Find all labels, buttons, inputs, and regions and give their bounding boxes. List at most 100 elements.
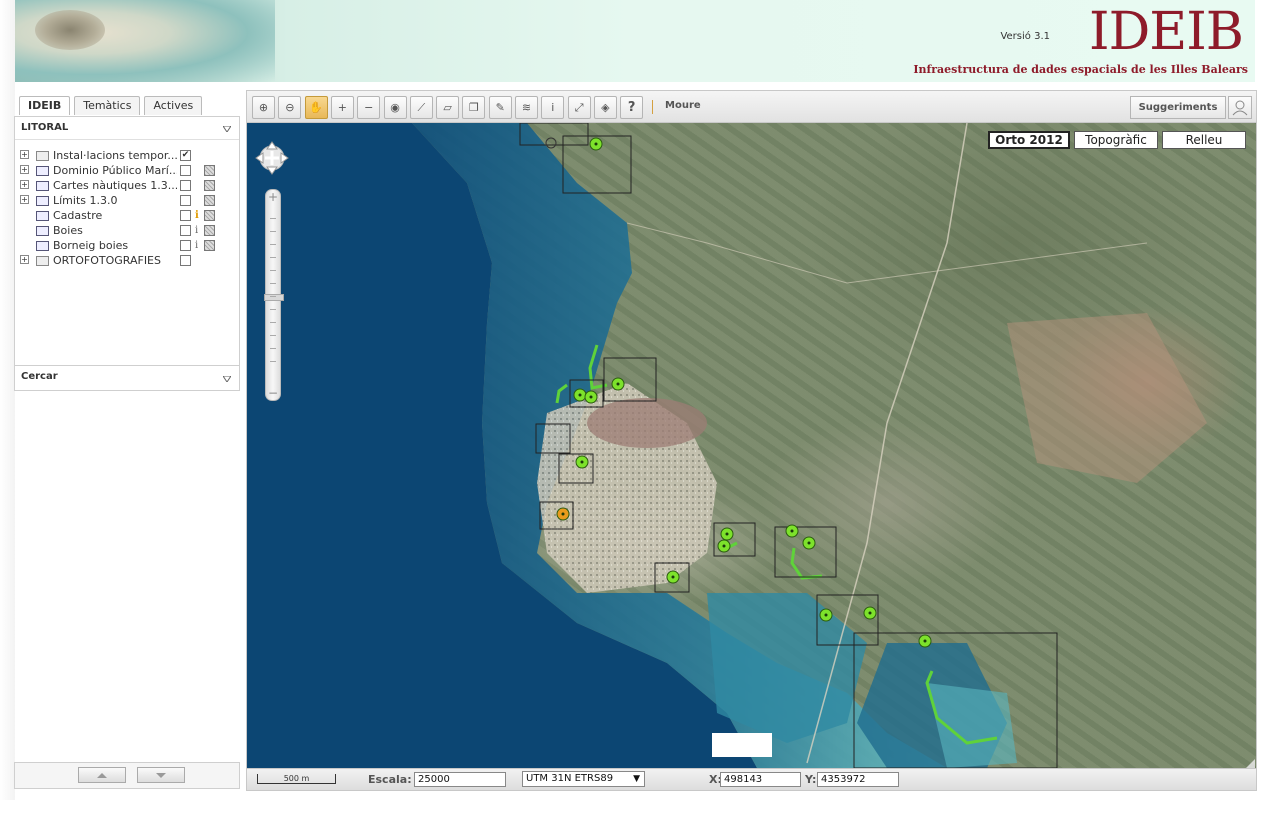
move-down-button[interactable] [137, 767, 185, 783]
layer-icon [36, 226, 49, 236]
map-canvas[interactable]: Orto 2012 Topogràfic Relleu + − [247, 123, 1256, 768]
orto-2012-button[interactable]: Orto 2012 [988, 131, 1070, 149]
layer-visibility-checkbox[interactable] [180, 165, 191, 176]
info-icon[interactable]: i [541, 96, 565, 119]
move-up-button[interactable] [78, 767, 126, 783]
info-icon[interactable]: i [195, 238, 198, 253]
zoom-slider[interactable]: + − [264, 189, 284, 401]
arrow-down-icon [156, 773, 166, 778]
zoom-out-icon[interactable]: − [357, 96, 381, 119]
zoom-tick [270, 244, 276, 245]
chevron-down-icon[interactable] [223, 126, 231, 132]
legend-thumbnail-icon[interactable] [204, 165, 215, 176]
layer-row[interactable]: + Límits 1.3.0 [15, 193, 239, 208]
zoom-in-box-icon[interactable]: ⊕ [252, 96, 275, 119]
legend-thumbnail-icon[interactable] [204, 225, 215, 236]
legend-thumbnail-icon[interactable] [204, 240, 215, 251]
fullscreen-icon[interactable]: ⤢ [567, 96, 591, 119]
layers-icon [36, 181, 49, 191]
crs-select[interactable]: UTM 31N ETRS89 ▼ [522, 771, 645, 787]
relleu-button[interactable]: Relleu [1162, 131, 1246, 149]
measure-area-icon[interactable]: ▱ [436, 96, 460, 119]
legend-thumbnail-icon[interactable] [204, 210, 215, 221]
topografic-button[interactable]: Topogràfic [1074, 131, 1158, 149]
scale-label: Escala: [368, 773, 412, 786]
base-layer-switcher: Orto 2012 Topogràfic Relleu [988, 131, 1250, 149]
layer-icon [36, 241, 49, 251]
layer-visibility-checkbox[interactable] [180, 180, 191, 191]
app-header: Versió 3.1 IDEIB Infraestructura de dade… [15, 0, 1255, 82]
layer-row[interactable]: Boies i [15, 223, 239, 238]
layer-row[interactable]: + ORTOFOTOGRAFIES [15, 253, 239, 268]
rotate-icon[interactable]: ◈ [593, 96, 617, 119]
zoom-out-box-icon[interactable]: ⊖ [278, 96, 302, 119]
globe-icon[interactable]: ◉ [383, 96, 407, 119]
zoom-tick [270, 348, 276, 349]
zoom-tick [270, 361, 276, 362]
layer-visibility-checkbox[interactable] [180, 240, 191, 251]
layer-name: Cartes nàutiques 1.3... [53, 179, 177, 192]
left-tabs: IDEIB Temàtics Actives [19, 96, 203, 116]
status-bar: 500 m Escala: 25000 UTM 31N ETRS89 ▼ X: … [247, 768, 1256, 790]
layer-panel: LITORAL + Instal·lacions tempor... ✔ + Domin… [14, 116, 240, 391]
layer-row[interactable]: + Dominio Público Marí... [15, 163, 239, 178]
layer-row[interactable]: Borneig boies i [15, 238, 239, 253]
search-section-label: Cercar [21, 371, 58, 382]
expand-icon[interactable]: + [20, 150, 29, 159]
map-toolbar: Moure Suggeriments ⊕ ⊖ ✋ + − ◉ ⟋ ▱ ❐ ✎ ≋ i ⤢ ◈? [247, 91, 1256, 123]
zoom-in-icon[interactable]: + [330, 96, 354, 119]
copy-icon[interactable]: ❐ [462, 96, 486, 119]
expand-icon[interactable]: + [20, 165, 29, 174]
info-icon[interactable]: i [195, 208, 199, 223]
pan-hand-icon[interactable]: ✋ [304, 96, 328, 119]
folder-icon [36, 256, 49, 266]
layer-visibility-checkbox[interactable] [180, 210, 191, 221]
x-coordinate-field[interactable]: 498143 [720, 772, 801, 787]
zoom-tick [270, 257, 276, 258]
scale-input[interactable]: 25000 [414, 772, 506, 787]
chevron-down-icon[interactable] [223, 376, 231, 382]
panel-bottom-bar [14, 762, 240, 789]
layer-visibility-checkbox[interactable] [180, 195, 191, 206]
tab-tematics[interactable]: Temàtics [74, 96, 141, 115]
zoom-out-button[interactable]: − [266, 386, 280, 400]
layer-name: Borneig boies [53, 239, 129, 252]
info-icon[interactable]: i [195, 223, 198, 238]
legend-thumbnail-icon[interactable] [204, 195, 215, 206]
y-coordinate-field[interactable]: 4353972 [817, 772, 899, 787]
search-section[interactable]: Cercar [15, 365, 239, 389]
measure-distance-icon[interactable]: ⟋ [409, 96, 433, 119]
version-label: Versió 3.1 [1000, 31, 1050, 42]
page-edge [0, 0, 15, 800]
help-icon[interactable]: ? [620, 96, 644, 119]
layer-visibility-checkbox[interactable] [180, 225, 191, 236]
ideib-logo: IDEIB [1089, 2, 1244, 62]
layer-name: Instal·lacions tempor... [53, 149, 177, 162]
layer-visibility-checkbox[interactable]: ✔ [180, 150, 191, 161]
layer-visibility-checkbox[interactable] [180, 255, 191, 266]
layer-icon [36, 211, 49, 221]
zoom-in-button[interactable]: + [266, 190, 280, 204]
header-photo-rock [35, 10, 105, 50]
draw-icon[interactable]: ✎ [488, 96, 512, 119]
legend-thumbnail-icon[interactable] [204, 180, 215, 191]
expand-icon[interactable]: + [20, 255, 29, 264]
user-button[interactable] [1228, 96, 1252, 119]
layer-list: + Instal·lacions tempor... ✔ + Dominio Públi… [15, 140, 239, 268]
layer-name: ORTOFOTOGRAFIES [53, 254, 161, 267]
layer-name: Límits 1.3.0 [53, 194, 118, 207]
mode-label: Moure [665, 100, 701, 111]
layer-row[interactable]: + Cartes nàutiques 1.3... [15, 178, 239, 193]
tab-ideib[interactable]: IDEIB [19, 96, 71, 115]
section-title[interactable]: LITORAL [15, 117, 239, 140]
expand-icon[interactable]: + [20, 180, 29, 189]
pan-control-icon[interactable] [253, 139, 291, 177]
layers-stack-icon[interactable]: ≋ [515, 96, 538, 119]
suggestions-button[interactable]: Suggeriments [1130, 96, 1226, 119]
layer-row[interactable]: + Instal·lacions tempor... ✔ [15, 148, 239, 163]
overview-toggle-icon[interactable] [1215, 759, 1255, 768]
layer-row[interactable]: Cadastre i [15, 208, 239, 223]
map-container: Moure Suggeriments ⊕ ⊖ ✋ + − ◉ ⟋ ▱ ❐ ✎ ≋ i ⤢ ◈? [246, 90, 1257, 791]
expand-icon[interactable]: + [20, 195, 29, 204]
tab-actives[interactable]: Actives [144, 96, 203, 115]
